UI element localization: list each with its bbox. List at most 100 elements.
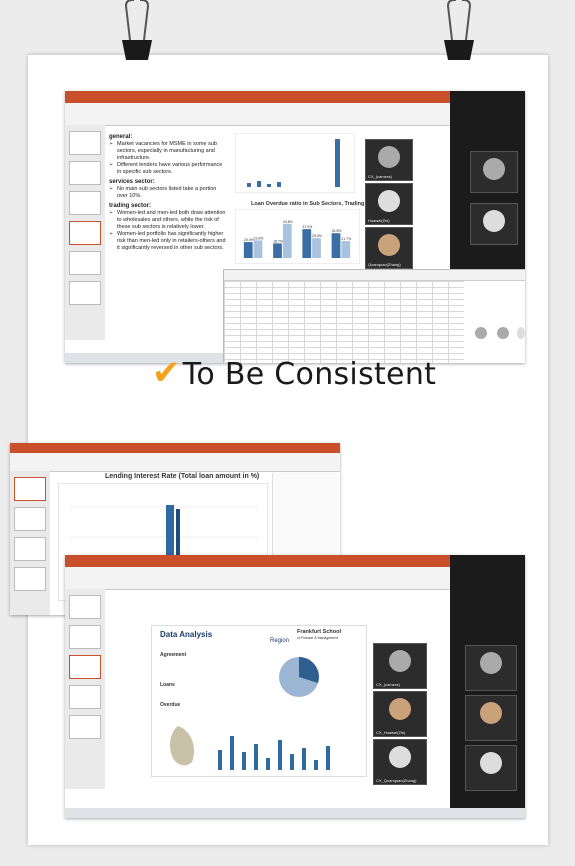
bullet-item: Women-led and men-led both draw attentio… <box>109 210 227 231</box>
slide-title: Data Analysis <box>160 630 213 639</box>
bar <box>266 758 270 770</box>
chart-bar <box>312 238 321 258</box>
headline: ✔To Be Consistent <box>152 353 436 393</box>
school-subtitle: of Finance & Management <box>297 636 339 640</box>
participant-avatar <box>389 650 411 672</box>
school-name: Frankfurt School <box>297 629 342 635</box>
bar <box>254 744 258 770</box>
binder-clip-icon <box>122 0 152 60</box>
section-title: general: <box>109 134 133 140</box>
video-tile <box>470 203 518 245</box>
video-tile <box>465 695 517 741</box>
slide-thumbnail[interactable] <box>69 251 101 275</box>
video-tile: Huawei(Zhi) <box>365 183 413 225</box>
slide-thumbnail[interactable] <box>69 595 101 619</box>
participant-avatar <box>483 158 505 180</box>
bar <box>267 184 271 187</box>
bar <box>247 183 251 187</box>
ribbon-toolbar <box>10 453 340 472</box>
data-label: 37.0% <box>302 225 312 229</box>
data-label: 43.8% <box>283 220 293 224</box>
participant-name: CX_(camera) <box>376 682 400 687</box>
bar <box>230 736 234 770</box>
slide-thumbnail[interactable] <box>14 537 46 561</box>
participant-avatar <box>483 210 505 232</box>
participant-avatar <box>378 146 400 168</box>
slide-thumbnail[interactable] <box>69 221 101 245</box>
data-label: 18.7% <box>273 239 283 243</box>
bullet-item: Women-led portfolio has significantly hi… <box>109 231 227 252</box>
school-logo: Frankfurt School of Finance & Management <box>287 629 361 645</box>
bar <box>335 139 340 187</box>
bar <box>290 754 294 770</box>
data-label: 22.6% <box>254 236 264 240</box>
bar <box>257 181 261 187</box>
video-tile: CX_(camera) <box>365 139 413 181</box>
slide-canvas: Data Analysis Region Agreement Loans Ove… <box>151 625 367 777</box>
participant-name: CX_Quanquan(Zhang) <box>376 778 417 783</box>
participant-avatar <box>517 327 525 339</box>
video-tile <box>465 745 517 791</box>
slide-thumbnail[interactable] <box>14 507 46 531</box>
data-label: 21.7% <box>341 237 351 241</box>
overdue-ratio-chart: 20.4% 18.7% 37.0% 31.8% 22.6% 43.8% 25.5% 21.7% <box>235 209 360 264</box>
bullet-item: Different lenders have various performan… <box>109 162 227 176</box>
participant-avatar <box>475 327 487 339</box>
slide-thumbnail[interactable] <box>69 685 101 709</box>
slide-thumbnails <box>65 589 105 789</box>
slide-thumbnail[interactable] <box>69 655 101 679</box>
participant-avatar <box>389 698 411 720</box>
participant-avatar <box>378 190 400 212</box>
slide-thumbnail[interactable] <box>69 131 101 155</box>
headline-text: To Be Consistent <box>182 357 437 392</box>
bar <box>242 752 246 770</box>
participant-avatar <box>378 234 400 256</box>
spreadsheet-window <box>223 269 525 363</box>
data-label: 20.4% <box>244 238 254 242</box>
spreadsheet-grid <box>224 281 464 363</box>
participant-avatar <box>497 327 509 339</box>
participant-avatar <box>480 702 502 724</box>
bullet-item: Market vacancies for MSME in some sub se… <box>109 141 227 162</box>
participant-name: CX_(camera) <box>368 174 392 179</box>
map-image <box>170 726 195 766</box>
chart-bar <box>302 229 312 258</box>
participant-name: Huawei(Zhi) <box>368 218 390 223</box>
bar <box>277 182 281 187</box>
participant-avatar <box>389 746 411 768</box>
video-tile: CX_(camera) <box>373 643 427 689</box>
app-title-bar <box>10 443 340 453</box>
screenshot-data-analysis: Data Analysis Region Agreement Loans Ove… <box>65 555 525 818</box>
video-tile: Quanquan(Zhang) <box>365 227 413 269</box>
slide-thumbnail[interactable] <box>69 161 101 185</box>
region-pie-chart <box>279 657 319 697</box>
poster: general: Market vacancies for MSME in so… <box>10 55 548 845</box>
participant-avatar <box>480 652 502 674</box>
binder-clip-icon <box>444 0 474 60</box>
taskbar <box>65 808 525 818</box>
section-title: services sector: <box>109 179 155 185</box>
chart-bar <box>243 242 253 258</box>
slide-thumbnails <box>10 471 50 615</box>
chart-title: Lending Interest Rate (Total loan amount… <box>105 473 260 480</box>
slide-thumbnail[interactable] <box>69 281 101 305</box>
bar <box>314 760 318 770</box>
section-title: trading sector: <box>109 203 152 209</box>
sector-bar-chart <box>235 133 355 193</box>
chart-bar <box>331 233 341 258</box>
slide-thumbnails <box>65 125 105 340</box>
slide-thumbnail[interactable] <box>14 477 46 501</box>
chart-title: Loan Overdue ratio in Sub Sectors, Tradi… <box>251 201 365 207</box>
slide-thumbnail[interactable] <box>69 715 101 739</box>
chart-bar <box>253 240 263 258</box>
slide-thumbnail[interactable] <box>14 567 46 591</box>
data-label: 31.8% <box>332 229 342 233</box>
bar <box>218 750 222 770</box>
list-item: Agreement <box>160 652 187 658</box>
bar <box>278 740 282 770</box>
slide-thumbnail[interactable] <box>69 625 101 649</box>
chart-bar <box>273 243 282 258</box>
slide-thumbnail[interactable] <box>69 191 101 215</box>
chart-bar <box>341 241 351 258</box>
slide-text: general: Market vacancies for MSME in so… <box>109 131 227 252</box>
